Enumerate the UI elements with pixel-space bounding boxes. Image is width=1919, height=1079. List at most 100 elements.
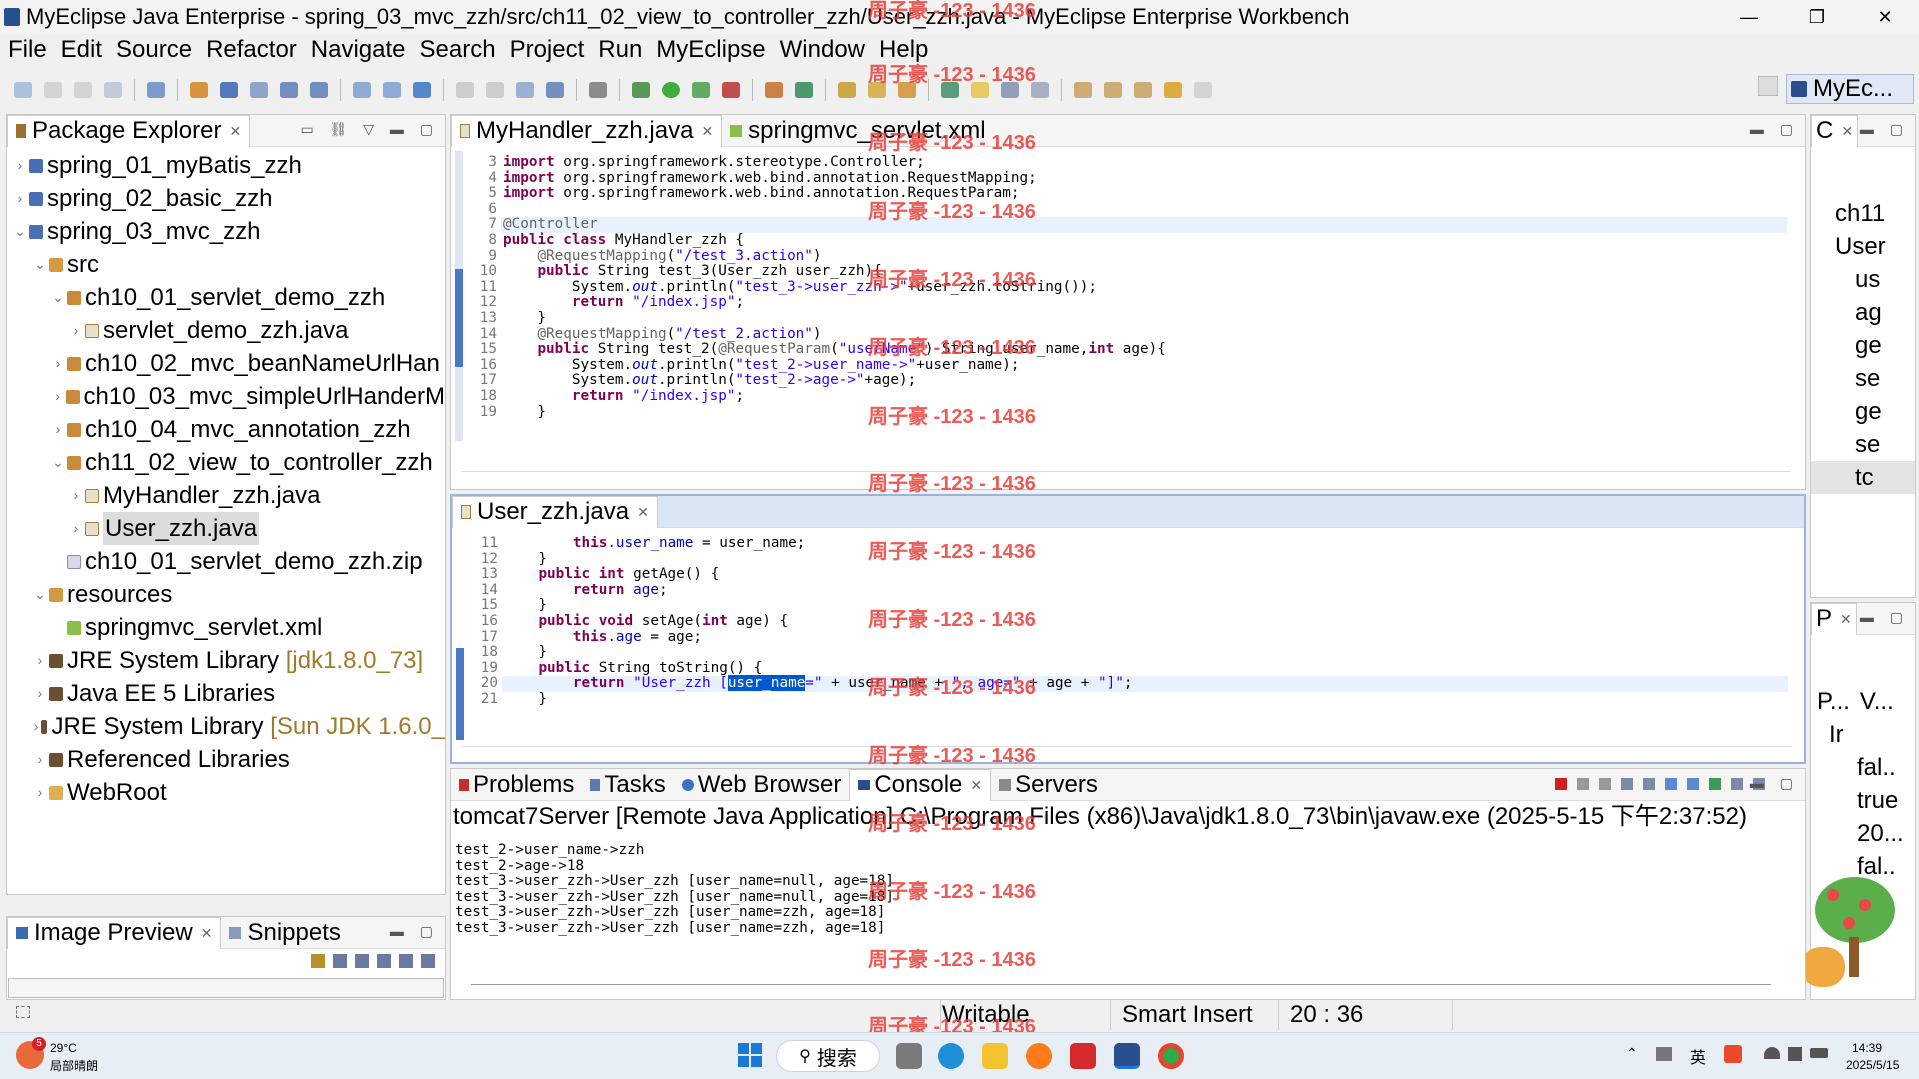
outline-item[interactable]: ch11 (1811, 197, 1915, 230)
tree-item[interactable]: › Referenced Libraries (7, 743, 445, 776)
view-menu-icons[interactable]: ▬ ▢ (1860, 609, 1909, 626)
clock-time[interactable]: 14:39 (1852, 1041, 1882, 1055)
outline-item[interactable]: User (1811, 230, 1915, 263)
tree-item[interactable]: ⌄ resources (7, 578, 445, 611)
tree-item[interactable]: › spring_01_myBatis_zzh (7, 149, 445, 182)
network-off-icon[interactable] (1656, 1047, 1672, 1061)
save-icon[interactable] (44, 82, 62, 98)
tab-image-preview[interactable]: Image Preview ✕ (7, 916, 222, 949)
pen-icon[interactable] (868, 82, 886, 98)
refresh-preview-icon[interactable] (311, 954, 325, 968)
minimize-button[interactable]: — (1715, 0, 1783, 34)
tab-console[interactable]: Console ✕ (849, 768, 992, 801)
close-icon[interactable]: ✕ (229, 123, 241, 140)
tree-item[interactable]: › ch10_03_mvc_simpleUrlHanderM (7, 380, 445, 413)
tab-servers[interactable]: Servers (991, 769, 1106, 801)
view-menu-icons[interactable]: ▭ ⛓ ▽ ▬ ▢ (300, 121, 439, 138)
pin-icon[interactable] (941, 82, 959, 98)
show-hidden-icons[interactable]: ⌃ (1626, 1045, 1638, 1062)
property-value[interactable]: fal.. (1817, 751, 1915, 784)
view-menu-icons[interactable]: ▬ ▢ (1750, 121, 1799, 138)
deploy-icon[interactable] (190, 82, 208, 98)
tree-item[interactable]: › WebRoot (7, 776, 445, 809)
battery-icon[interactable] (1810, 1048, 1828, 1058)
tree-item[interactable]: › Java EE 5 Libraries (7, 677, 445, 710)
property-value[interactable]: true (1817, 784, 1915, 817)
wifi-icon[interactable] (1764, 1047, 1780, 1059)
back-history-icon[interactable] (456, 82, 474, 98)
close-icon[interactable]: ✕ (201, 925, 213, 942)
file-explorer-icon[interactable] (982, 1043, 1008, 1069)
myeclipse-taskbar-icon[interactable] (1114, 1043, 1140, 1069)
refresh-icon[interactable] (795, 82, 813, 98)
full-screen-icon[interactable] (421, 954, 435, 968)
zoom-out-icon[interactable] (355, 954, 369, 968)
show-on-error-icon[interactable] (1687, 778, 1699, 790)
whitespace-icon[interactable] (1031, 82, 1049, 98)
menu-help[interactable]: Help (879, 36, 928, 64)
tree-item-selected[interactable]: › User_zzh.java (7, 512, 445, 545)
tab-snippets[interactable]: Snippets (221, 917, 348, 949)
horizontal-scrollbar[interactable] (462, 746, 1792, 756)
close-icon[interactable]: ✕ (701, 123, 713, 140)
tab-outline[interactable]: C ✕ (1811, 114, 1859, 147)
close-button[interactable]: ✕ (1851, 0, 1919, 34)
tree-item[interactable]: ⌄ spring_03_mvc_zzh (7, 215, 445, 248)
back-icon[interactable] (1164, 82, 1182, 98)
volume-icon[interactable] (1788, 1047, 1802, 1061)
menu-refactor[interactable]: Refactor (206, 36, 297, 64)
highlight-icon[interactable] (971, 82, 989, 98)
tree-item[interactable]: › JRE System Library [Sun JDK 1.6.0_ (7, 710, 445, 743)
outline-item[interactable]: us (1811, 263, 1915, 296)
tab-springmvc-servlet[interactable]: springmvc_servlet.xml (722, 115, 993, 147)
save-all-icon[interactable] (74, 82, 92, 98)
tab-problems[interactable]: Problems (451, 769, 582, 801)
console-output[interactable]: test_2->user_name->zzh test_2->age->18 t… (451, 833, 1805, 937)
previous-annotation-icon[interactable] (1104, 82, 1122, 98)
fit-icon[interactable] (333, 954, 347, 968)
run-external-icon[interactable] (692, 82, 710, 98)
task-view-icon[interactable] (896, 1043, 922, 1069)
taskbar-search[interactable]: ⚲ 搜索 (776, 1040, 880, 1072)
perspective-myeclipse[interactable]: MyEc... (1786, 74, 1914, 104)
new-icon[interactable] (14, 82, 32, 98)
stop-icon[interactable] (722, 82, 740, 98)
open-type-icon[interactable] (280, 82, 298, 98)
remove-all-icon[interactable] (1599, 778, 1611, 790)
tab-tasks[interactable]: Tasks (582, 769, 673, 801)
search-icon[interactable] (516, 82, 534, 98)
outline-item[interactable]: se (1811, 428, 1915, 461)
start-button[interactable] (738, 1043, 762, 1067)
close-icon[interactable]: ✕ (637, 504, 649, 521)
next-annotation-icon[interactable] (1074, 82, 1092, 98)
menu-search[interactable]: Search (420, 36, 496, 64)
menu-file[interactable]: File (8, 36, 47, 64)
tree-item[interactable]: ⌄ src (7, 248, 445, 281)
globe-icon[interactable] (413, 82, 431, 98)
outline-item-selected[interactable]: tc (1811, 461, 1915, 494)
tree-item[interactable]: › ch10_04_mvc_annotation_zzh (7, 413, 445, 446)
menu-window[interactable]: Window (780, 36, 865, 64)
outline-item[interactable]: ag (1811, 296, 1915, 329)
tab-web-browser[interactable]: Web Browser (674, 769, 850, 801)
tree-item[interactable]: › ch10_02_mvc_beanNameUrlHan (7, 347, 445, 380)
chrome-icon[interactable] (1158, 1043, 1184, 1069)
server-icon[interactable] (220, 82, 238, 98)
clear-console-icon[interactable] (1621, 778, 1633, 790)
terminal-icon[interactable] (589, 82, 607, 98)
fast-view-icon[interactable] (16, 1006, 30, 1018)
clock-date[interactable]: 2025/5/15 (1846, 1058, 1899, 1072)
view-menu-icons[interactable]: ▬ ▢ (1750, 775, 1799, 792)
block-selection-icon[interactable] (1001, 82, 1019, 98)
menu-navigate[interactable]: Navigate (311, 36, 406, 64)
view-menu-icons[interactable]: ▬ ▢ (390, 923, 439, 940)
wps-office-icon[interactable] (1070, 1043, 1096, 1069)
open-perspective-button[interactable] (1758, 76, 1778, 96)
actual-size-icon[interactable] (399, 954, 413, 968)
zoom-in-icon[interactable] (377, 954, 391, 968)
remove-launch-icon[interactable] (1577, 778, 1589, 790)
ime-indicator[interactable]: 英 (1690, 1044, 1706, 1068)
scroll-lock-icon[interactable] (1643, 778, 1655, 790)
tree-item[interactable]: › spring_02_basic_zzh (7, 182, 445, 215)
console-scrollbar[interactable] (471, 984, 1771, 985)
